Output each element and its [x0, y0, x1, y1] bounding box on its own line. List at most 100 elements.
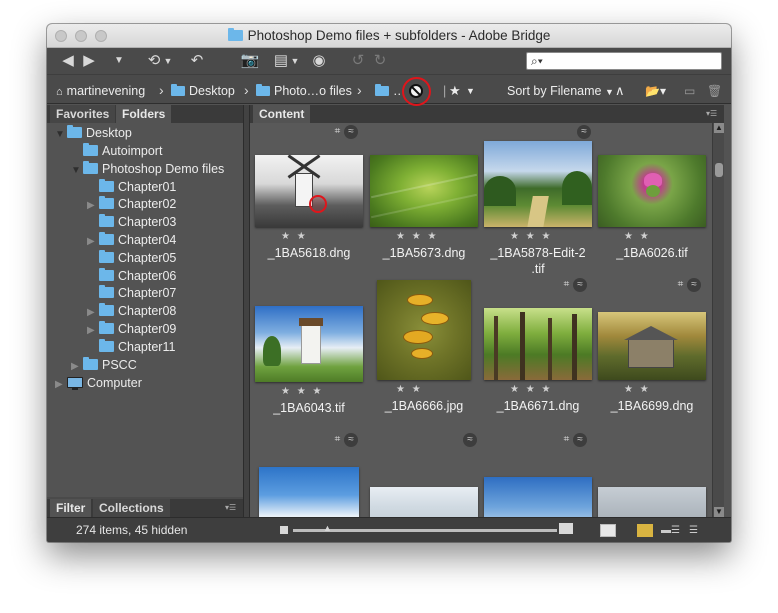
chevron-down-icon[interactable]: ▼ [466, 83, 475, 99]
thumbnail-cell[interactable]: ≈ ★ ★ ★ _1BA5878-Edit-2 .tif [482, 125, 596, 276]
scroll-up-icon[interactable]: ▲ [714, 123, 724, 133]
thumbnail-image[interactable] [598, 312, 706, 380]
tree-item[interactable]: Chapter07 [87, 284, 176, 302]
zoom-in-icon[interactable] [559, 523, 573, 534]
camera-icon[interactable]: 📷 [240, 52, 260, 70]
thumbnail-size-slider[interactable] [293, 529, 557, 532]
tree-item[interactable]: Chapter05 [87, 249, 176, 267]
thumbnail-image[interactable] [484, 308, 592, 380]
tree-item[interactable]: ▼ Photoshop Demo files [71, 160, 224, 178]
list-view-icon[interactable]: ☰ [689, 524, 709, 537]
thumbnail-image[interactable] [377, 280, 471, 380]
tab-content[interactable]: Content [253, 105, 311, 123]
tree-item[interactable]: ▶ Chapter08 [87, 302, 176, 320]
thumbnail-image[interactable] [484, 141, 592, 227]
thumbnail-image[interactable] [370, 155, 478, 227]
thumbnail-filename[interactable]: _1BA6666.jpg [368, 398, 480, 414]
tree-item[interactable]: Chapter01 [87, 178, 176, 196]
forward-icon[interactable]: ▶ [80, 52, 98, 70]
new-folder-icon[interactable]: ▭ [684, 83, 695, 99]
thumbnail-image[interactable] [259, 467, 359, 517]
content-scrollbar[interactable]: ▲ ▼ [712, 123, 724, 517]
scroll-thumb[interactable] [715, 163, 723, 177]
star-rating[interactable]: ★ ★ ★ [510, 384, 552, 395]
search-input[interactable] [549, 54, 717, 68]
star-rating[interactable]: ★ ★ ★ [510, 231, 552, 242]
trash-icon[interactable]: 🗑 [707, 83, 722, 99]
open-in-camera-raw-icon[interactable]: ◉ [310, 52, 328, 70]
sort-menu[interactable]: Sort by Filename ▼ [507, 83, 614, 99]
breadcrumb-desktop[interactable]: Desktop [171, 83, 235, 99]
zoom-out-icon[interactable] [280, 526, 288, 534]
star-rating[interactable]: ★ ★ ★ [281, 386, 323, 397]
thumbnail-cell[interactable]: ★ ★ _1BA6666.jpg [368, 278, 482, 416]
boomerang-menu-icon[interactable]: ▼ [163, 52, 173, 70]
open-recent-folder-icon[interactable]: 📂▾ [645, 83, 666, 99]
detail-view-icon[interactable]: ▬☰ [661, 524, 680, 537]
tree-item[interactable]: Chapter06 [87, 267, 176, 285]
breadcrumb-user[interactable]: ⌂ martinevening [56, 83, 145, 99]
star-rating[interactable]: ★ ★ [624, 231, 651, 242]
tab-favorites[interactable]: Favorites [50, 105, 116, 123]
thumbnail-image[interactable] [370, 487, 478, 517]
thumbnail-cell[interactable]: ⌗ ≈ [253, 433, 367, 517]
hide-rejected-icon[interactable] [402, 77, 431, 106]
thumbnail-image[interactable] [255, 155, 363, 227]
tree-item[interactable]: ▶ Chapter04 [87, 231, 176, 249]
thumbnail-image[interactable] [598, 487, 706, 517]
scroll-down-icon[interactable]: ▼ [714, 507, 724, 517]
disclosure-open-icon[interactable]: ▼ [71, 162, 83, 180]
refine-icon[interactable]: ▤ [273, 52, 289, 70]
breadcrumb-photoshop-demo[interactable]: Photo…o files [256, 83, 352, 99]
rotate-left-icon[interactable]: ↺ [350, 52, 366, 70]
thumbnail-image[interactable] [255, 306, 363, 382]
panel-divider[interactable] [243, 105, 250, 517]
tree-item[interactable]: ▼ Desktop [55, 124, 132, 142]
thumbnail-cell[interactable]: ≈ [368, 433, 482, 517]
slider-knob-icon[interactable]: ▲ [323, 523, 332, 533]
star-filter-icon[interactable]: ★ [449, 83, 461, 99]
boomerang-icon[interactable]: ⟲ [145, 52, 163, 70]
back-icon[interactable]: ◀ [59, 52, 77, 70]
thumbnail-cell[interactable]: ★ ★ ★ _1BA6043.tif [253, 278, 367, 416]
thumbnail-filename[interactable]: _1BA5618.dng [253, 245, 365, 261]
thumbnail-image[interactable] [598, 155, 706, 227]
breadcrumb-current[interactable]: … [375, 83, 406, 99]
thumbnail-filename[interactable]: _1BA5878-Edit-2 .tif [482, 245, 594, 277]
disclosure-open-icon[interactable]: ▼ [55, 126, 67, 144]
tree-item[interactable]: Autoimport [71, 142, 162, 160]
rotate-icon[interactable]: ↶ [189, 52, 205, 70]
tree-item[interactable]: Chapter03 [87, 213, 176, 231]
panel-menu-icon[interactable]: ▾☰ [225, 503, 239, 513]
tree-item[interactable]: ▶ Chapter02 [87, 195, 176, 213]
recent-dropdown-icon[interactable]: ▼ [113, 52, 125, 70]
star-rating[interactable]: ★ ★ ★ [396, 231, 438, 242]
thumbnail-filename[interactable]: _1BA6671.dng [482, 398, 594, 414]
grid-view-icon[interactable] [637, 524, 653, 537]
star-rating[interactable]: ★ ★ [624, 384, 651, 395]
thumbnail-cell[interactable]: ⌗ ≈ ★ ★ ★ _1BA6671.dng [482, 278, 596, 416]
thumbnail-filename[interactable]: _1BA6043.tif [253, 400, 365, 416]
tree-item[interactable]: ▶ Computer [55, 374, 142, 392]
tab-folders[interactable]: Folders [116, 105, 172, 123]
thumbnail-filename[interactable]: _1BA6026.tif [596, 245, 708, 261]
thumbnail-cell[interactable]: ⌗ ≈ ★ ★ _1BA5618.dng [253, 125, 367, 263]
disclosure-closed-icon[interactable]: ▶ [55, 376, 67, 394]
thumbnail-filename[interactable]: _1BA5673.dng [368, 245, 480, 261]
sort-ascending-icon[interactable]: ∧ [615, 83, 625, 99]
tab-filter[interactable]: Filter [50, 499, 92, 517]
lock-thumbnail-grid-icon[interactable] [600, 524, 616, 537]
thumbnail-filename[interactable]: _1BA6699.dng [596, 398, 708, 414]
refine-menu-icon[interactable]: ▼ [290, 52, 300, 70]
tree-item[interactable]: Chapter11 [87, 338, 175, 356]
panel-menu-icon[interactable]: ▾☰ [706, 109, 720, 119]
star-rating[interactable]: ★ ★ [396, 384, 423, 395]
tree-item[interactable]: ▶ Chapter09 [87, 320, 176, 338]
thumbnail-cell[interactable]: ★ ★ _1BA6026.tif [596, 125, 710, 263]
tab-collections[interactable]: Collections [93, 499, 170, 517]
thumbnail-image[interactable] [484, 477, 592, 517]
star-rating[interactable]: ★ ★ [281, 231, 308, 242]
thumbnail-cell[interactable] [596, 433, 710, 517]
thumbnail-cell[interactable]: ⌗ ≈ ★ ★ _1BA6699.dng [596, 278, 710, 416]
thumbnail-cell[interactable]: ★ ★ ★ _1BA5673.dng [368, 125, 482, 263]
